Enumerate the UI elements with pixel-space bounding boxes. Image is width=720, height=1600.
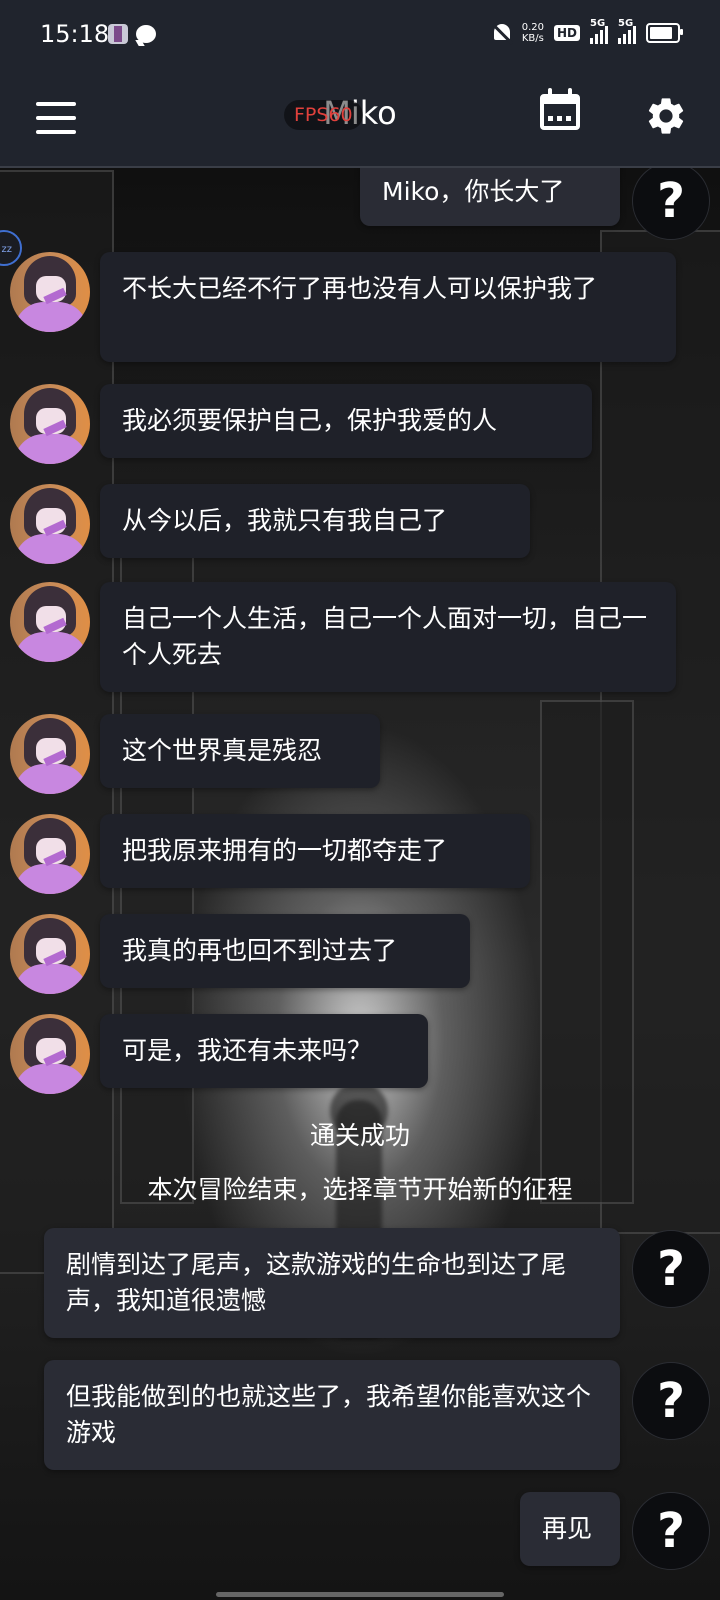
net-speed-unit: KB/s: [521, 33, 544, 44]
message-text: 不长大已经不行了再也没有人可以保护我了: [122, 274, 598, 303]
status-bar: 15:18 0.20 KB/s HD 5G 5G: [0, 0, 720, 72]
clear-title: 通关成功: [309, 1121, 410, 1150]
app-bar: Miko FPS60: [0, 72, 720, 168]
message-notification-icon: [136, 25, 156, 43]
message-text: 我真的再也回不到过去了: [122, 936, 398, 965]
status-right-icons: 0.20 KB/s HD 5G 5G: [491, 18, 683, 45]
calendar-icon[interactable]: [540, 88, 580, 130]
net-speed-value: 0.20: [521, 22, 544, 33]
message-bubble-left: 我必须要保护自己，保护我爱的人: [100, 384, 592, 458]
status-left-icons: [108, 24, 156, 44]
message-text: 从今以后，我就只有我自己了: [122, 506, 448, 535]
miko-avatar[interactable]: [10, 814, 90, 894]
mute-bell-icon: [491, 22, 514, 45]
message-text: 再见: [542, 1514, 593, 1543]
message-text: Miko，你长大了: [382, 177, 565, 206]
chat-area[interactable]: zz Miko，你长大了 ? 不长大已经不行了再也没有人可以保护我了 我必须要保…: [0, 156, 720, 1600]
user-avatar-question-icon[interactable]: ?: [632, 1230, 710, 1308]
message-bubble-left: 从今以后，我就只有我自己了: [100, 484, 530, 558]
message-bubble-left: 可是，我还有未来吗？: [100, 1014, 428, 1088]
miko-avatar[interactable]: [10, 914, 90, 994]
miko-avatar[interactable]: [10, 714, 90, 794]
user-avatar-question-icon[interactable]: ?: [632, 1492, 710, 1570]
user-avatar-question-icon[interactable]: ?: [632, 162, 710, 240]
miko-avatar[interactable]: [10, 484, 90, 564]
message-text: 自己一个人生活，自己一个人面对一切，自己一个人死去: [122, 604, 648, 669]
miko-avatar[interactable]: [10, 384, 90, 464]
floating-edge-badge[interactable]: zz: [0, 230, 22, 266]
fps-badge: FPS60: [284, 100, 363, 130]
sim1-network-label: 5G: [590, 18, 606, 29]
signal-sim1-icon: 5G: [590, 18, 608, 44]
signal-sim2-icon: 5G: [618, 18, 636, 44]
message-text: 可是，我还有未来吗？: [122, 1036, 373, 1065]
fps-label: FPS: [294, 104, 329, 126]
message-bubble-left: 这个世界真是残忍: [100, 714, 380, 788]
miko-avatar[interactable]: [10, 252, 90, 332]
message-text: 但我能做到的也就这些了，我希望你能喜欢这个游戏: [66, 1382, 592, 1447]
fps-value: 60: [328, 104, 353, 126]
user-avatar-question-icon[interactable]: ?: [632, 1362, 710, 1440]
message-bubble-right: 再见: [520, 1492, 620, 1566]
message-text: 我必须要保护自己，保护我爱的人: [122, 406, 498, 435]
miko-avatar[interactable]: [10, 582, 90, 662]
message-text: 剧情到达了尾声，这款游戏的生命也到达了尾声，我知道很遗憾: [66, 1250, 567, 1315]
message-bubble-left: 我真的再也回不到过去了: [100, 914, 470, 988]
home-indicator[interactable]: [216, 1592, 504, 1597]
hd-voice-icon: HD: [553, 25, 580, 41]
app-notification-icon: [108, 24, 128, 44]
status-time: 15:18: [40, 20, 110, 48]
message-text: 这个世界真是残忍: [122, 736, 323, 765]
message-bubble-right: 但我能做到的也就这些了，我希望你能喜欢这个游戏: [44, 1360, 620, 1470]
message-bubble-right: 剧情到达了尾声，这款游戏的生命也到达了尾声，我知道很遗憾: [44, 1228, 620, 1338]
battery-icon: [646, 23, 683, 43]
gear-icon[interactable]: [644, 94, 688, 138]
message-bubble-left: 自己一个人生活，自己一个人面对一切，自己一个人死去: [100, 582, 676, 692]
clear-subtitle: 本次冒险结束，选择章节开始新的征程: [147, 1175, 573, 1204]
message-bubble-left: 不长大已经不行了再也没有人可以保护我了: [100, 252, 676, 362]
message-bubble-left: 把我原来拥有的一切都夺走了: [100, 814, 530, 888]
net-speed: 0.20 KB/s: [522, 22, 544, 44]
miko-avatar[interactable]: [10, 1014, 90, 1094]
message-text: 把我原来拥有的一切都夺走了: [122, 836, 448, 865]
sim2-network-label: 5G: [618, 18, 634, 29]
